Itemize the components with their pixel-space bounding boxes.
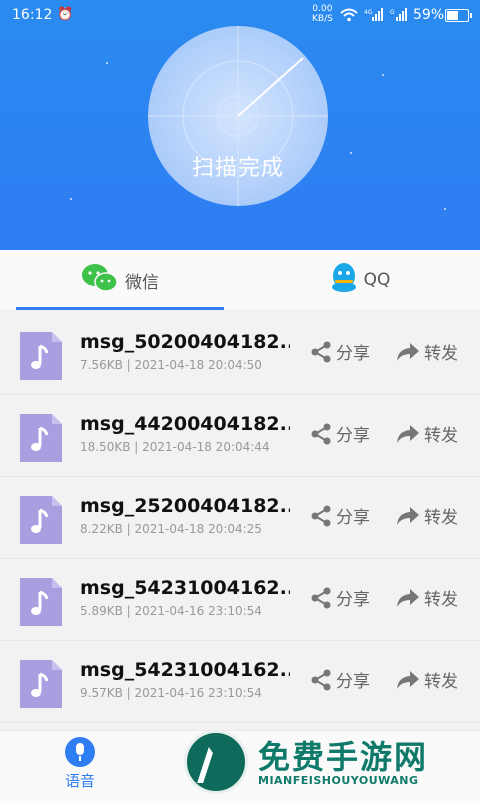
audio-file-icon [20, 660, 62, 708]
file-name: msg_50200404182... [80, 331, 290, 353]
signal-icon: G [390, 8, 410, 26]
file-meta: 9.57KB | 2021-04-16 23:10:54 [80, 686, 262, 700]
audio-file-icon [20, 332, 62, 380]
forward-label: 转发 [424, 508, 458, 528]
watermark-logo [184, 730, 248, 794]
tab-qq-label: QQ [363, 270, 391, 290]
share-button[interactable]: 分享 [310, 667, 370, 692]
tab-qq[interactable]: QQ [240, 250, 480, 310]
battery-percent: 59% [413, 7, 445, 23]
source-tabs: 微信 QQ [0, 250, 480, 310]
file-meta: 7.56KB | 2021-04-18 20:04:50 [80, 358, 262, 372]
file-name: msg_44200404182... [80, 413, 290, 435]
file-name: msg_54231004162... [80, 577, 290, 599]
microphone-icon [65, 737, 95, 767]
signal-4g-icon: 4G [364, 8, 386, 26]
wifi-icon [340, 8, 358, 26]
list-item[interactable]: msg_54231004162... 5.89KB | 2021-04-16 2… [0, 559, 480, 641]
file-meta: 8.22KB | 2021-04-18 20:04:25 [80, 522, 262, 536]
nav-voice[interactable]: 语音 [40, 737, 120, 791]
share-icon [311, 341, 331, 362]
alarm-icon: ⏰ [57, 7, 74, 22]
forward-button[interactable]: 转发 [396, 667, 458, 692]
file-list: msg_50200404182... 7.56KB | 2021-04-18 2… [0, 313, 480, 723]
forward-icon [397, 506, 419, 525]
scan-status-text: 扫描完成 [191, 156, 284, 181]
scan-header: 16:12 ⏰ 0.00 KB/S 4G G 59% 扫描完成 [0, 0, 480, 250]
file-meta: 18.50KB | 2021-04-18 20:04:44 [80, 440, 270, 454]
share-icon [311, 669, 331, 690]
forward-icon [397, 588, 419, 607]
forward-icon [397, 424, 419, 443]
forward-label: 转发 [424, 344, 458, 364]
forward-label: 转发 [424, 590, 458, 610]
watermark-text: 免费手游网 [258, 738, 429, 776]
forward-button[interactable]: 转发 [396, 503, 458, 528]
file-name: msg_54231004162... [80, 659, 290, 681]
share-icon [311, 505, 331, 526]
audio-file-icon [20, 496, 62, 544]
file-name: msg_25200404182... [80, 495, 290, 517]
audio-file-icon [20, 414, 62, 462]
share-button[interactable]: 分享 [310, 503, 370, 528]
nav-voice-label: 语音 [64, 772, 95, 790]
svg-text:4G: 4G [364, 9, 373, 16]
forward-button[interactable]: 转发 [396, 421, 458, 446]
share-label: 分享 [336, 426, 370, 446]
forward-label: 转发 [424, 672, 458, 692]
status-time: 16:12 [12, 7, 53, 23]
battery-fill [447, 11, 458, 20]
list-item[interactable]: msg_54231004162... 9.57KB | 2021-04-16 2… [0, 641, 480, 723]
file-meta: 5.89KB | 2021-04-16 23:10:54 [80, 604, 262, 618]
share-icon [311, 423, 331, 444]
net-speed: 0.00 KB/S [312, 4, 333, 24]
qq-icon [330, 262, 358, 299]
share-label: 分享 [336, 508, 370, 528]
share-button[interactable]: 分享 [310, 421, 370, 446]
forward-icon [397, 342, 419, 361]
forward-button[interactable]: 转发 [396, 585, 458, 610]
forward-button[interactable]: 转发 [396, 339, 458, 364]
forward-label: 转发 [424, 426, 458, 446]
wechat-icon [81, 263, 119, 298]
share-button[interactable]: 分享 [310, 585, 370, 610]
audio-file-icon [20, 578, 62, 626]
list-item[interactable]: msg_50200404182... 7.56KB | 2021-04-18 2… [0, 313, 480, 395]
share-label: 分享 [336, 590, 370, 610]
share-label: 分享 [336, 672, 370, 692]
net-speed-value: 0.00 [312, 4, 333, 14]
forward-icon [397, 670, 419, 689]
net-speed-unit: KB/S [312, 14, 333, 24]
tab-wechat[interactable]: 微信 [0, 250, 240, 310]
watermark-subtext: MIANFEISHOUYOUWANG [258, 774, 419, 787]
watermark: 免费手游网 MIANFEISHOUYOUWANG [184, 728, 480, 800]
share-icon [311, 587, 331, 608]
share-label: 分享 [336, 344, 370, 364]
share-button[interactable]: 分享 [310, 339, 370, 364]
battery-icon [445, 9, 472, 22]
list-item[interactable]: msg_44200404182... 18.50KB | 2021-04-18 … [0, 395, 480, 477]
list-item[interactable]: msg_25200404182... 8.22KB | 2021-04-18 2… [0, 477, 480, 559]
tab-wechat-label: 微信 [125, 272, 159, 293]
active-tab-indicator [16, 307, 224, 310]
svg-text:G: G [390, 9, 395, 16]
